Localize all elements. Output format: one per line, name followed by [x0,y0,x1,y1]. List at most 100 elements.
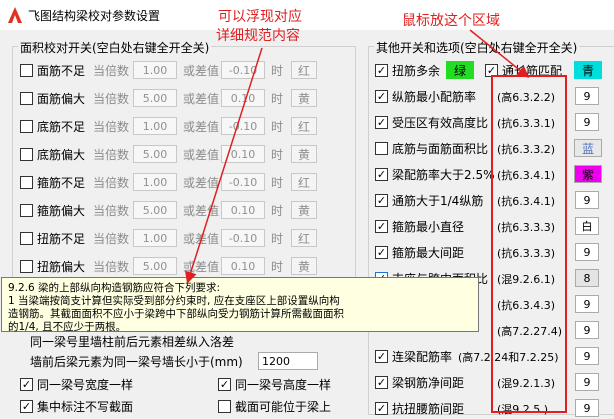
color-picker[interactable]: 黄 [291,257,318,275]
diff-input[interactable]: -0.10 [221,173,266,191]
diff-input[interactable]: 0.10 [221,89,266,107]
option-value[interactable]: 9 [575,113,599,131]
option-row[interactable]: 受压区有效高度比 [375,111,488,133]
option-value[interactable]: 9 [575,243,599,261]
continuous-bar-match-label: 通长筋匹配 [502,63,563,78]
twist-excess-row[interactable]: 扭筋多余 [375,59,440,81]
code-reference[interactable]: (抗6.3.3.1) [497,115,555,131]
green-color-swatch[interactable]: 绿 [446,61,474,79]
ratio-input[interactable]: 5.00 [133,145,178,163]
ratio-input[interactable]: 1.00 [133,61,178,79]
option-checkbox[interactable] [375,167,388,181]
same-width-row[interactable]: 同一梁号宽度一样 [20,373,133,395]
ratio-input[interactable]: 5.00 [133,257,178,275]
option-label: 纵筋最小配筋率 [392,89,477,104]
ratio-input[interactable]: 1.00 [133,117,178,135]
area-row-checkbox[interactable] [20,91,33,105]
option-row[interactable]: 箍筋最大间距 [375,241,464,263]
code-reference[interactable]: (抗6.3.4.1) [497,193,555,209]
option-checkbox[interactable] [375,245,388,259]
code-reference[interactable]: (高6.3.2.2) [497,89,555,105]
option-checkbox[interactable] [375,89,388,103]
code-reference[interactable]: (混9.2.1.3) [497,375,555,391]
time-label: 时 [271,231,284,246]
option-row[interactable]: 梁钢筋净间距 [375,371,464,393]
area-row-checkbox[interactable] [20,119,33,133]
diff-input[interactable]: 0.10 [221,201,266,219]
color-picker[interactable]: 黄 [291,89,318,107]
ratio-input[interactable]: 1.00 [133,173,178,191]
option-row[interactable]: 底筋与面筋面积比 [375,137,488,159]
diff-input[interactable]: -0.10 [221,117,266,135]
color-picker[interactable]: 黄 [291,201,318,219]
option-value[interactable]: 9 [575,87,599,105]
area-row-checkbox[interactable] [20,203,33,217]
option-checkbox[interactable] [375,375,388,389]
area-row-checkbox[interactable] [20,147,33,161]
option-row[interactable]: 梁配筋率大于2.5% [375,163,495,185]
color-picker[interactable]: 红 [291,117,318,135]
area-row-checkbox[interactable] [20,231,33,245]
option-color-swatch[interactable]: 紫 [574,165,602,183]
code-reference[interactable]: (混9.2.6.1) [497,271,555,287]
ratio-input[interactable]: 5.00 [133,89,178,107]
code-reference[interactable]: (抗6.3.4.3) [497,297,555,313]
color-picker[interactable]: 黄 [291,145,318,163]
option-value[interactable]: 9 [575,295,599,313]
code-reference[interactable]: (高7.2.27.4) [497,323,562,339]
section-on-beam-row[interactable]: 截面可能位于梁上 [218,395,331,417]
option-row[interactable]: 通筋大于1/4纵筋 [375,189,483,211]
option-value[interactable]: 8 [575,269,599,287]
same-height-row[interactable]: 同一梁号高度一样 [218,373,331,395]
diff-input[interactable]: -0.10 [221,229,266,247]
option-row[interactable]: 连梁配筋率 [375,345,452,367]
code-reference[interactable]: (抗6.3.4.1) [497,167,555,183]
no-section-row[interactable]: 集中标注不写截面 [20,395,133,417]
ratio-label: 当倍数 [93,175,130,190]
code-reference[interactable]: (抗6.3.3.3) [497,219,555,235]
color-picker[interactable]: 红 [291,229,318,247]
area-row-label: 扭筋不足 [37,231,86,246]
section-on-beam-checkbox[interactable] [218,399,231,413]
option-checkbox[interactable] [375,115,388,129]
option-value[interactable]: 9 [575,399,599,417]
option-row[interactable]: 箍筋最小直径 [375,215,464,237]
color-picker[interactable]: 红 [291,173,318,191]
no-section-checkbox[interactable] [20,399,33,413]
area-row-checkbox[interactable] [20,63,33,77]
color-picker[interactable]: 红 [291,61,318,79]
area-row-checkbox[interactable] [20,259,33,273]
continuous-bar-match-checkbox[interactable] [485,63,498,77]
area-row-checkbox[interactable] [20,175,33,189]
area-row-label: 面筋不足 [37,63,86,78]
continuous-bar-match-row[interactable]: 通长筋匹配 [485,59,562,81]
area-row: 箍筋不足 当倍数 1.00 或差值 -0.10 时 红 [20,171,318,193]
option-value[interactable]: 白 [575,217,599,235]
option-value[interactable]: 9 [575,347,599,365]
diff-input[interactable]: 0.10 [221,145,266,163]
code-reference[interactable]: (抗6.3.3.3) [497,245,555,261]
same-width-checkbox[interactable] [20,377,33,391]
option-value[interactable]: 9 [575,191,599,209]
code-reference[interactable]: (高7.2.24和7.2.25) [458,349,559,365]
ratio-input[interactable]: 5.00 [133,201,178,219]
twist-excess-checkbox[interactable] [375,63,388,77]
diff-input[interactable]: -0.10 [221,61,266,79]
ratio-label: 当倍数 [93,231,130,246]
code-reference[interactable]: (混9.2.5 ) [497,401,548,417]
diff-input[interactable]: 0.10 [221,257,266,275]
option-checkbox[interactable] [375,349,388,363]
cyan-color-swatch[interactable]: 青 [574,61,602,79]
option-checkbox[interactable] [375,219,388,233]
option-value[interactable]: 9 [575,321,599,339]
option-checkbox[interactable] [375,193,388,207]
same-height-checkbox[interactable] [218,377,231,391]
wall-length-input[interactable]: 1200 [258,352,318,370]
option-checkbox[interactable] [375,141,388,155]
ratio-input[interactable]: 1.00 [133,229,178,247]
option-row[interactable]: 纵筋最小配筋率 [375,85,476,107]
code-reference[interactable]: (抗6.3.3.2) [497,141,555,157]
option-color-swatch[interactable]: 蓝 [574,139,602,157]
option-value[interactable]: 9 [575,373,599,391]
option-row[interactable]: 抗扭腰筋间距 [375,397,464,419]
